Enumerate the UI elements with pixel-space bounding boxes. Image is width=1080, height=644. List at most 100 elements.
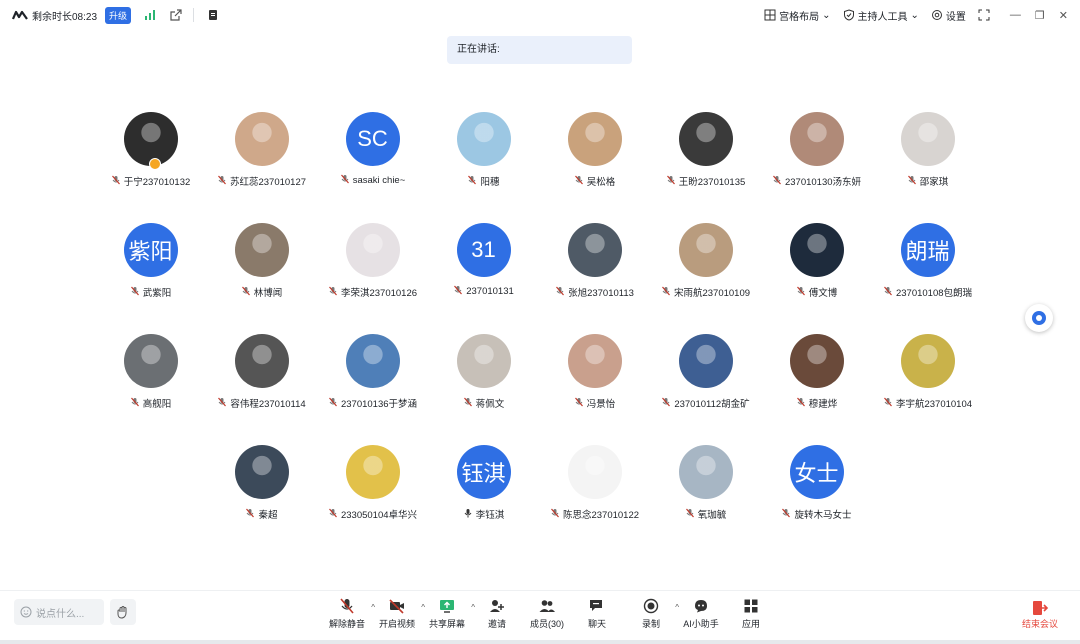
- avatar: [678, 445, 733, 499]
- window-controls: — ❐ ✕: [1010, 9, 1068, 22]
- share-link-icon[interactable]: [169, 8, 183, 22]
- upgrade-button[interactable]: 升级: [105, 6, 132, 24]
- mic-on-icon: [463, 508, 473, 521]
- mic-muted-icon: [217, 397, 227, 410]
- participant-tile[interactable]: 233050104卓华兴: [317, 445, 428, 556]
- participant-tile[interactable]: 张旭237010113: [539, 223, 650, 334]
- close-icon[interactable]: ✕: [1059, 9, 1068, 22]
- minimize-icon[interactable]: —: [1010, 9, 1021, 22]
- participant-tile[interactable]: 傅文博: [761, 223, 872, 334]
- participant-name-row: 王盼237010135: [666, 174, 745, 188]
- participant-tile[interactable]: 阳穗: [428, 112, 539, 223]
- tool-label: 开启视频: [378, 619, 415, 629]
- participant-tile[interactable]: 容伟程237010114: [206, 334, 317, 445]
- participant-name-row: 陈思念237010122: [550, 507, 639, 521]
- tool-video-off-button[interactable]: 开启视频 ^: [372, 597, 425, 630]
- participant-tile[interactable]: 吴松格: [539, 112, 650, 223]
- fullscreen-icon[interactable]: [978, 9, 990, 21]
- participant-name: 高舰阳: [142, 399, 172, 410]
- avatar-photo: [789, 223, 844, 277]
- participant-name: 傅文博: [808, 288, 838, 299]
- mic-muted-icon: [666, 175, 676, 188]
- participant-tile[interactable]: SC sasaki chie~: [317, 112, 428, 223]
- participant-name: 林博闻: [253, 288, 283, 299]
- participant-tile[interactable]: 李荣淇237010126: [317, 223, 428, 334]
- participant-name-row: 于宁237010132: [111, 174, 190, 188]
- hand-icon: [117, 606, 127, 619]
- participant-name-row: 蒋佩文: [463, 396, 504, 410]
- app-logo-icon: [12, 10, 28, 20]
- participant-tile[interactable]: 宋雨航237010109: [650, 223, 761, 334]
- mic-muted-icon: [463, 397, 473, 410]
- participant-tile[interactable]: 苏红蕊237010127: [206, 112, 317, 223]
- tool-invite-button[interactable]: 邀请: [472, 597, 522, 630]
- participant-name: sasaki chie~: [352, 175, 406, 186]
- participant-tile[interactable]: 蒋佩文: [428, 334, 539, 445]
- mic-muted-icon: [328, 508, 338, 521]
- tool-ai-assistant-button[interactable]: AI小助手: [676, 597, 726, 630]
- restore-icon[interactable]: ❐: [1035, 9, 1045, 22]
- tool-record-button[interactable]: 录制 ^: [626, 597, 679, 630]
- record-icon: [642, 597, 660, 615]
- layout-button[interactable]: 宫格布局 ⌄: [764, 8, 831, 23]
- participants-row: 于宁237010132 苏红蕊237010127 SC sasaki chie~ 阳穗 吴…: [95, 112, 985, 223]
- tool-apps-button[interactable]: 应用: [726, 597, 776, 630]
- participant-tile[interactable]: 31 237010131: [428, 223, 539, 334]
- participant-name-row: 李宇航237010104: [883, 396, 972, 410]
- mic-muted-icon: [883, 397, 893, 410]
- participant-tile[interactable]: 穆建烨: [761, 334, 872, 445]
- participant-tile[interactable]: 237010136于梦涵: [317, 334, 428, 445]
- tool-members-button[interactable]: 成员(30): [522, 597, 572, 630]
- participant-tile[interactable]: 237010112胡金矿: [650, 334, 761, 445]
- floating-assistant-button[interactable]: [1025, 304, 1053, 332]
- divider: [193, 8, 195, 22]
- participant-name: 李宇航237010104: [895, 399, 973, 410]
- avatar: [789, 112, 844, 166]
- participant-name-row: 237010108包朗瑞: [883, 285, 972, 299]
- chevron-down-icon: ⌄: [910, 9, 919, 21]
- participant-name: 冯景怡: [586, 399, 616, 410]
- video-off-icon: [388, 597, 406, 615]
- participant-tile[interactable]: 林博闻: [206, 223, 317, 334]
- tool-label: 邀请: [487, 619, 506, 629]
- participant-tile[interactable]: 于宁237010132: [95, 112, 206, 223]
- end-meeting-button[interactable]: 结束会议: [1022, 599, 1058, 630]
- quick-chat-input[interactable]: 说点什么...: [14, 599, 104, 625]
- participant-tile[interactable]: 秦超: [206, 445, 317, 556]
- signal-icon[interactable]: [143, 8, 157, 22]
- tool-share-screen-button[interactable]: 共享屏幕 ^: [422, 597, 475, 630]
- participant-tile[interactable]: 王盼237010135: [650, 112, 761, 223]
- participant-tile[interactable]: 李宇航237010104: [872, 334, 983, 445]
- participant-tile[interactable]: 陈思念237010122: [539, 445, 650, 556]
- tool-mic-muted-button[interactable]: 解除静音 ^: [322, 597, 375, 630]
- participant-name-row: 李荣淇237010126: [328, 285, 417, 299]
- participant-tile[interactable]: 女士 旋转木马女士: [761, 445, 872, 556]
- tool-label: 解除静音: [328, 619, 365, 629]
- participant-name: 237010131: [466, 286, 514, 297]
- participant-tile[interactable]: 冯景怡: [539, 334, 650, 445]
- meeting-tools: 解除静音 ^ 开启视频 ^ 共享屏幕 ^ 邀请 成员(30) 聊天 录制 ^ AI小助手 应用: [322, 597, 776, 630]
- participant-tile[interactable]: 高舰阳: [95, 334, 206, 445]
- mic-muted-icon: [574, 175, 584, 188]
- settings-button[interactable]: 设置: [931, 8, 966, 23]
- participant-name-row: 233050104卓华兴: [328, 507, 417, 521]
- mic-muted-icon: [661, 397, 671, 410]
- host-tools-button[interactable]: 主持人工具 ⌄: [843, 8, 919, 23]
- participant-tile[interactable]: 邵家琪: [872, 112, 983, 223]
- invite-icon: [488, 597, 506, 615]
- raise-hand-button[interactable]: [110, 599, 136, 625]
- mic-muted-icon: [574, 397, 584, 410]
- participant-tile[interactable]: 紫阳 武紫阳: [95, 223, 206, 334]
- mic-muted-icon: [781, 508, 791, 521]
- participant-tile[interactable]: 237010130汤东妍: [761, 112, 872, 223]
- mic-muted-icon: [907, 175, 917, 188]
- participant-tile[interactable]: 钰淇 李钰淇: [428, 445, 539, 556]
- participant-name-row: sasaki chie~: [340, 174, 406, 187]
- notes-icon[interactable]: [206, 8, 220, 22]
- mic-muted-icon: [796, 397, 806, 410]
- members-icon: [538, 597, 556, 615]
- participant-name-row: 秦超: [245, 507, 278, 521]
- tool-chat-button[interactable]: 聊天: [572, 597, 622, 630]
- participant-tile[interactable]: 朗瑞 237010108包朗瑞: [872, 223, 983, 334]
- participant-tile[interactable]: 氧珈毓: [650, 445, 761, 556]
